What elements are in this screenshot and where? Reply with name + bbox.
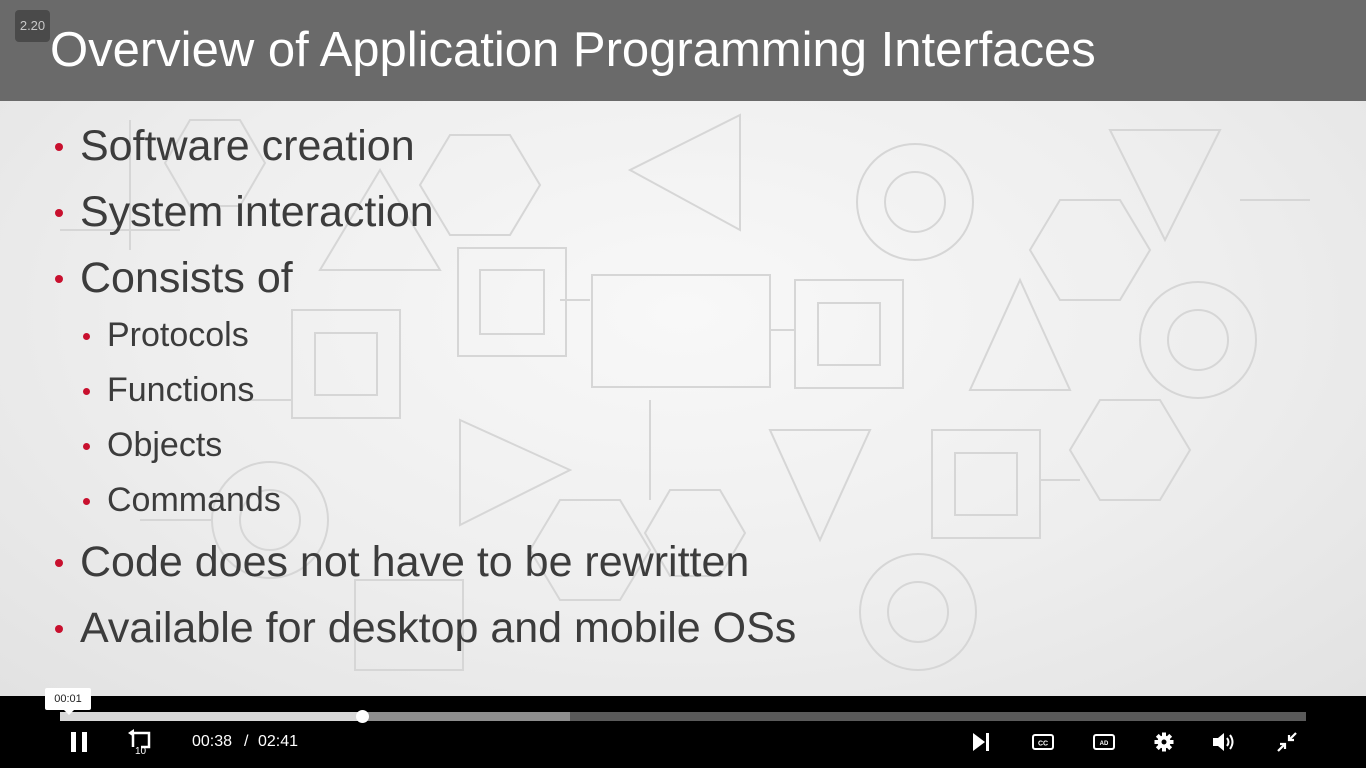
progress-handle[interactable] [355, 710, 369, 723]
bullet-text: Functions [107, 371, 255, 409]
volume-button[interactable] [1207, 726, 1243, 758]
bullet-text: Code does not have to be rewritten [80, 538, 750, 586]
audio-description-button[interactable]: AD [1086, 726, 1122, 758]
bullet-dot-icon [55, 559, 63, 567]
captions-button[interactable]: CC [1025, 726, 1061, 758]
title-bar: Overview of Application Programming Inte… [0, 0, 1366, 101]
exit-fullscreen-icon [1277, 732, 1297, 752]
bullet-dot-icon [83, 388, 90, 395]
sub-bullet-item: Functions [83, 371, 255, 410]
slide: Overview of Application Programming Inte… [0, 0, 1366, 696]
bullet-item: Available for desktop and mobile OSs [55, 604, 797, 653]
bullet-dot-icon [55, 275, 63, 283]
cc-icon: CC [1032, 734, 1054, 750]
bullet-text: Available for desktop and mobile OSs [80, 604, 797, 652]
bullet-item: Software creation [55, 122, 415, 171]
bullet-item: Consists of [55, 254, 293, 303]
volume-icon [1213, 733, 1234, 751]
progress-played [60, 712, 362, 721]
next-button[interactable] [963, 726, 999, 758]
bullet-text: Protocols [107, 316, 249, 354]
bullet-text: Commands [107, 481, 281, 519]
bullet-dot-icon [55, 143, 63, 151]
ad-label: AD [1100, 741, 1109, 747]
chapter-badge: 2.20 [15, 10, 50, 42]
bullet-dot-icon [83, 443, 90, 450]
time-separator: / [244, 733, 249, 750]
exit-fullscreen-button[interactable] [1269, 726, 1305, 758]
bullet-text: Consists of [80, 254, 293, 302]
bullet-text: System interaction [80, 188, 434, 236]
sub-bullet-item: Commands [83, 481, 281, 520]
ad-icon: AD [1093, 734, 1115, 750]
current-time: 00:38 [192, 733, 233, 750]
sub-bullet-item: Protocols [83, 316, 249, 355]
bullet-text: Software creation [80, 122, 415, 170]
bullet-text: Objects [107, 426, 223, 464]
slide-title: Overview of Application Programming Inte… [50, 23, 1096, 77]
pause-icon [71, 732, 87, 752]
sub-bullet-item: Objects [83, 426, 223, 465]
bullet-dot-icon [55, 209, 63, 217]
skip-next-icon [973, 733, 989, 751]
video-player-controls: 00:01 10 00:38 / 02:41 CC AD [0, 688, 1366, 768]
gear-icon [1154, 732, 1174, 752]
duration-time: 02:41 [258, 733, 299, 750]
bullet-dot-icon [83, 498, 90, 505]
progress-bar[interactable] [60, 710, 1306, 723]
cc-label: CC [1038, 741, 1048, 748]
pause-button[interactable] [61, 726, 97, 758]
bullet-dot-icon [55, 625, 63, 633]
rewind-amount-label: 10 [135, 746, 147, 755]
bullet-item: Code does not have to be rewritten [55, 538, 750, 587]
rewind-10-button[interactable]: 10 [123, 726, 159, 758]
rewind-10-icon: 10 [128, 729, 151, 755]
settings-button[interactable] [1146, 726, 1182, 758]
bullet-item: System interaction [55, 188, 434, 237]
hover-time-tooltip: 00:01 [45, 688, 91, 715]
bullet-dot-icon [83, 333, 90, 340]
